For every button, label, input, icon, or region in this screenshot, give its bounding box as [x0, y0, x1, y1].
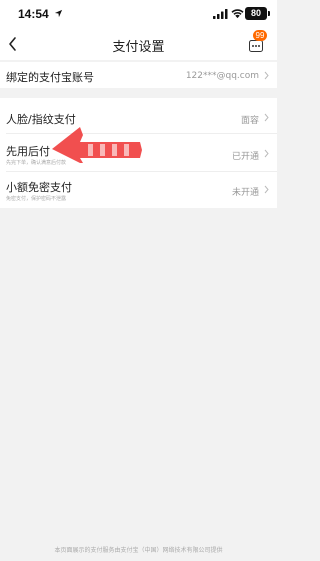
chevron-right-icon [264, 71, 269, 80]
battery-icon: 80 [245, 7, 267, 20]
nav-bar: 支付设置 99 [0, 28, 277, 60]
status-time: 14:54 [18, 7, 49, 21]
chevron-right-icon [264, 149, 269, 158]
chevron-right-icon [264, 185, 269, 194]
status-bar: 14:54 80 [0, 0, 277, 28]
password-free-pay-row[interactable]: 小额免密支付 免密支付，保护密码不泄露 未开通 [0, 172, 277, 208]
password-free-label: 小额免密支付 [6, 181, 72, 194]
notification-badge: 99 [253, 30, 267, 41]
location-arrow-icon [54, 9, 63, 18]
footer-note: 本页面展示的支付服务由支付宝（中国）网络技术有限公司提供 [54, 547, 223, 554]
account-value: 122***@qq.com [185, 71, 259, 81]
face-pay-value: 面容 [240, 116, 259, 126]
alipay-account-row[interactable]: 绑定的支付宝账号 122***@qq.com [0, 62, 277, 88]
red-arrow-annotation-icon [52, 127, 142, 163]
chevron-right-icon [264, 113, 269, 122]
pay-later-label: 先用后付 [6, 145, 50, 158]
account-label: 绑定的支付宝账号 [6, 71, 94, 84]
password-free-subtitle: 免密支付，保护密码不泄露 [6, 196, 67, 202]
wifi-icon [231, 9, 244, 19]
more-dots-icon[interactable] [249, 40, 263, 52]
battery-cap [268, 11, 270, 16]
page-title: 支付设置 [112, 40, 165, 55]
cellular-signal-icon [213, 9, 228, 19]
pay-later-value: 已开通 [231, 152, 259, 162]
password-free-value: 未开通 [231, 188, 259, 198]
